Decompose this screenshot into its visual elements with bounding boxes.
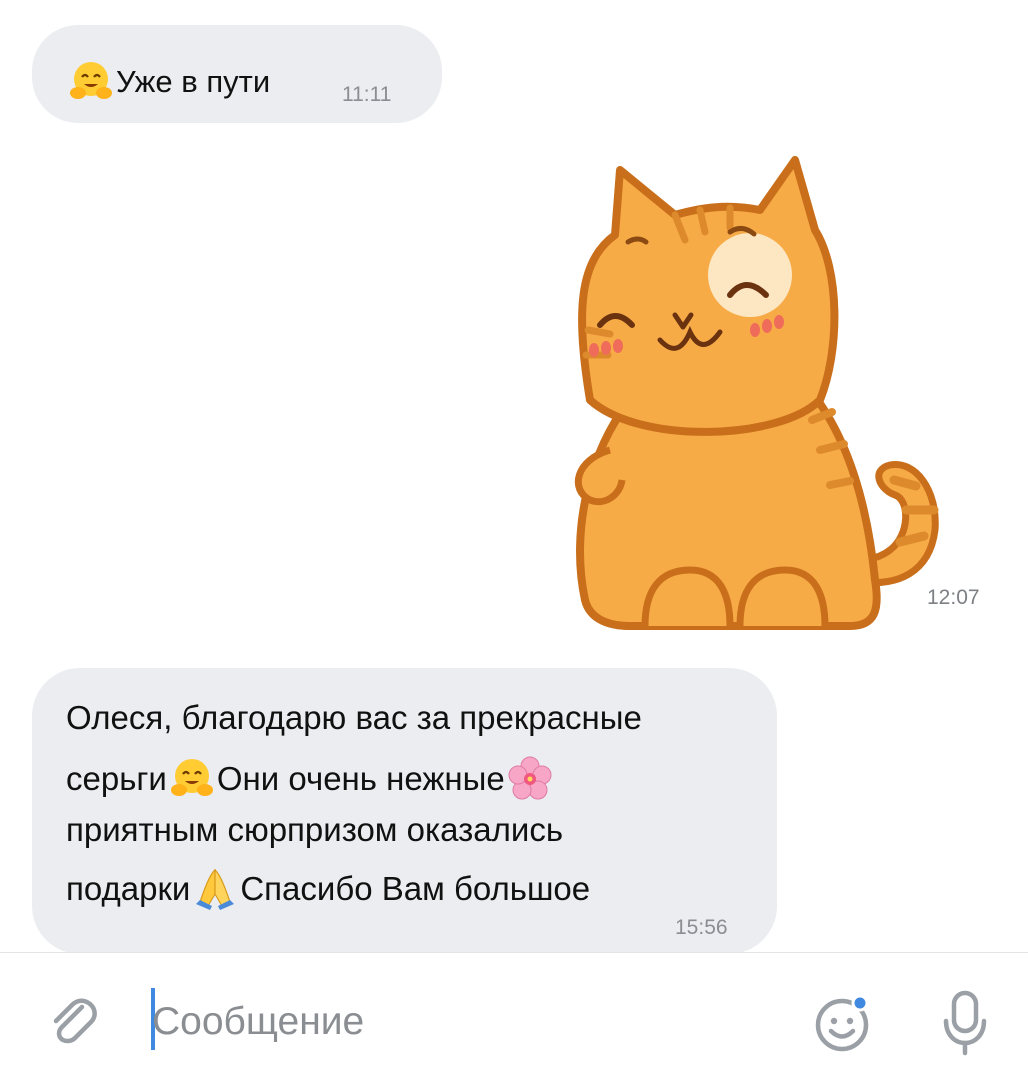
message-time: 15:56 [675,916,728,939]
message-list: Уже в пути 11:11 12:07 Олеся, благодарю … [0,0,1028,954]
paperclip-icon[interactable] [44,993,100,1049]
sticker-time: 12:07 [915,583,992,613]
folded-hands-icon [196,868,235,910]
cherry-blossom-icon [508,756,552,800]
message-text: подарки [66,870,191,907]
message-line: приятным сюрпризом оказались [66,810,563,850]
message-text: Олеся, благодарю вас за прекрасные [66,699,642,736]
message-text: Они очень нежные [216,760,505,797]
message-line: Олеся, благодарю вас за прекрасные [66,698,642,738]
hugging-face-icon [170,759,213,796]
hugging-face-icon [70,62,112,99]
message-text: Спасибо Вам большое [240,870,591,907]
emoji-smile-icon[interactable] [812,991,876,1055]
ginger-cat-sticker[interactable] [550,150,990,640]
message-text: серьги [66,760,167,797]
microphone-icon[interactable] [938,989,992,1057]
message-text-row: Уже в пути [66,57,270,107]
incoming-message-bubble[interactable]: Олеся, благодарю вас за прекрасные серьг… [32,668,777,954]
message-text: Уже в пути [116,64,271,99]
message-time: 11:11 [342,83,392,106]
message-line: подарки Спасибо Вам большое [66,864,590,914]
incoming-message-bubble[interactable]: Уже в пути 11:11 [32,25,442,123]
message-input[interactable] [152,991,772,1053]
message-line: серьги Они очень нежные [66,754,555,804]
message-text: приятным сюрпризом оказались [66,811,564,848]
message-composer [0,952,1028,1080]
